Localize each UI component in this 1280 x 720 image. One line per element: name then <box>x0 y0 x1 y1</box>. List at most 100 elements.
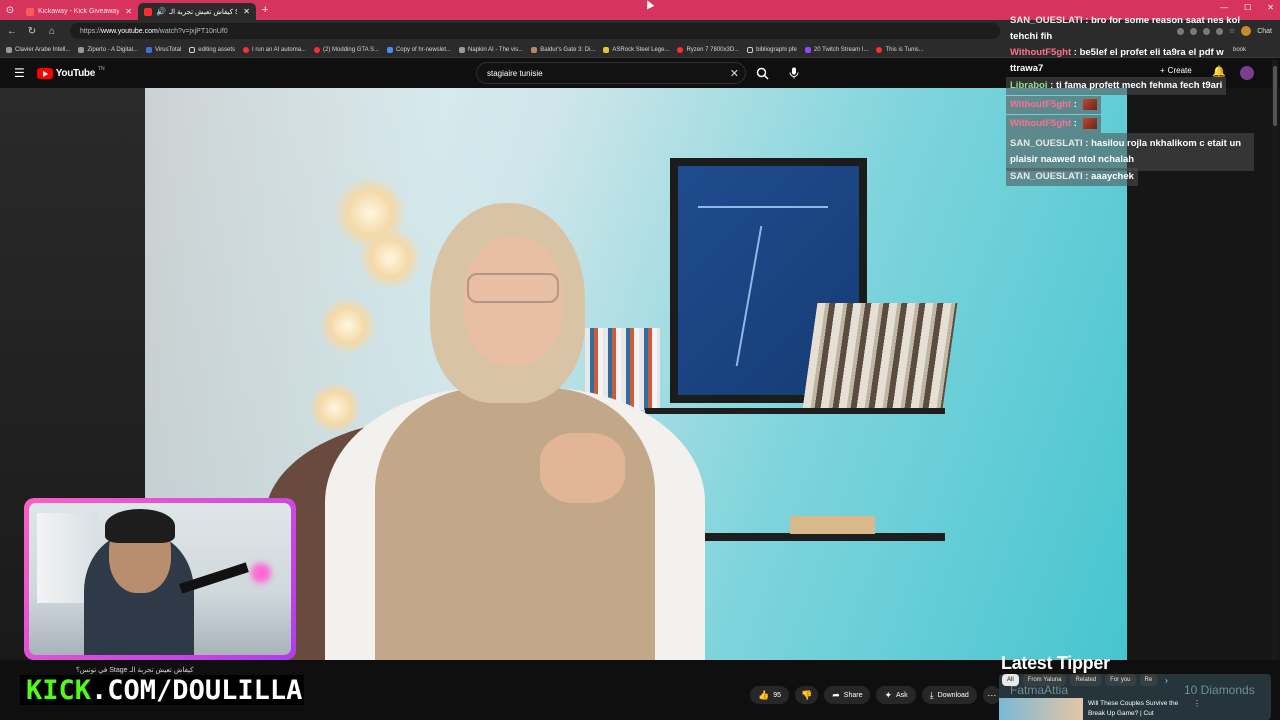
chip-from-channel[interactable]: From Yaluna <box>1022 674 1067 686</box>
bookmark-item[interactable]: This is Tunis... <box>876 46 924 53</box>
like-count: 95 <box>773 691 782 699</box>
thumbs-down-icon: 👎 <box>801 689 813 700</box>
more-vert-icon[interactable]: ⋮ <box>1193 699 1201 708</box>
person-hands <box>540 433 625 503</box>
decor-box <box>790 516 875 534</box>
kick-channel-url: .COM/DOULILLA <box>91 674 303 706</box>
tab-title: كيفاش تعيش تجربة الـ Stage ف... <box>168 8 238 16</box>
bookmark-item[interactable]: 20 Twitch Stream I... <box>804 46 868 53</box>
lamp-bulb <box>360 228 420 288</box>
url-host: www.youtube.com <box>101 27 158 35</box>
voice-search-button[interactable] <box>782 62 806 84</box>
chip-all[interactable]: All <box>1002 674 1019 686</box>
bookshelf-books <box>802 303 958 408</box>
search-icon <box>756 67 769 80</box>
bookmark-item[interactable]: Napkin AI - The vis... <box>459 46 523 53</box>
chat-username: WithoutF5ght <box>1010 118 1072 129</box>
search-query: stagiaire tunisie <box>487 68 543 78</box>
microphone-icon <box>789 67 799 79</box>
video-actions: 👍 95 👎 ➦ Share ✦ Ask ⤓ Download ⋯ <box>750 686 1001 704</box>
browser-menu-icon[interactable]: ⊙ <box>0 0 20 20</box>
bookmark-folder[interactable]: bibliographi pfe <box>747 46 797 53</box>
url-field[interactable]: https://www.youtube.com/watch?v=jxjPT10n… <box>70 23 1000 39</box>
ask-button[interactable]: ✦ Ask <box>876 686 916 704</box>
screen: ⊙ Kickaway - Kick Giveaway Tool ✕ 🔊 كيفا… <box>0 0 1280 720</box>
download-icon: ⤓ <box>929 689 934 700</box>
chat-text: aaaychek <box>1091 171 1134 182</box>
webcam-feed <box>29 503 291 655</box>
emote-icon <box>1082 117 1097 129</box>
recommended-video-title[interactable]: Will These Couples Survive the Break Up … <box>1088 699 1188 719</box>
chat-message: SAN_OUESLATI : aaaychek <box>1006 168 1138 186</box>
like-button[interactable]: 👍 95 <box>750 686 790 704</box>
close-tab-icon[interactable]: ✕ <box>125 7 132 16</box>
bookmark-item[interactable]: Copy of hr-newslet... <box>386 46 451 53</box>
stream-chat-overlay: SAN_OUESLATI : bro for some reason saat … <box>1006 0 1262 186</box>
chat-message: WithoutF5ght : <box>1006 96 1101 114</box>
video-title-subtitle: في تونس؟ Stage كيفاش تعيش تجربة الـ <box>76 667 194 674</box>
url-prefix: https:// <box>80 27 102 35</box>
chat-message: SAN_OUESLATI : hasilou rojla nkhalikom c… <box>1006 133 1254 171</box>
chat-username: SAN_OUESLATI <box>1010 138 1083 149</box>
youtube-play-icon <box>36 67 53 79</box>
close-window-icon[interactable]: ✕ <box>1267 3 1274 12</box>
bookmark-item[interactable]: ASRock Steel Lege... <box>603 46 669 53</box>
chat-text: ti fama profett mech fehma fech t9ari <box>1055 80 1223 91</box>
close-tab-icon[interactable]: ✕ <box>243 7 250 16</box>
bookmark-item[interactable]: (2) Modding GTA S... <box>314 46 379 53</box>
sparkle-icon: ✦ <box>884 689 893 700</box>
streamer-webcam-frame <box>24 498 296 660</box>
chat-username: WithoutF5ght <box>1010 99 1072 110</box>
search-button[interactable] <box>748 62 776 84</box>
chat-username: SAN_OUESLATI <box>1010 15 1083 26</box>
related-filter-chips: All From Yaluna Related For you Re › <box>1002 674 1168 686</box>
country-code: TN <box>97 65 105 72</box>
person-vest <box>375 388 655 660</box>
chip-related[interactable]: Related <box>1070 674 1102 686</box>
chat-message: WithoutF5ght : be5lef el profet eli ta9r… <box>1010 47 1224 74</box>
chat-username: WithoutF5ght <box>1010 47 1072 58</box>
bookmark-item[interactable]: Ryzen 7 7800x3D... <box>677 46 739 53</box>
shelf <box>645 408 945 414</box>
thumbs-up-icon: 👍 <box>758 689 770 700</box>
bookmark-item[interactable]: Ziperto - A Digital... <box>78 46 138 53</box>
chip-for-you[interactable]: For you <box>1105 674 1136 686</box>
tab-youtube[interactable]: 🔊 كيفاش تعيش تجربة الـ Stage ف... ✕ <box>138 3 256 20</box>
share-button[interactable]: ➦ Share <box>824 686 871 704</box>
search-input[interactable]: stagiaire tunisie ✕ <box>476 62 746 84</box>
tab-title: Kickaway - Kick Giveaway Tool <box>38 8 120 15</box>
chat-message: Libraboi : ti fama profett mech fehma fe… <box>1006 77 1227 95</box>
url-path: /watch?v=jxjPT10nUf0 <box>157 27 228 35</box>
speaker-icon[interactable]: 🔊 <box>156 7 166 16</box>
streamer-headphones <box>105 509 175 543</box>
back-icon[interactable]: ← <box>6 26 18 37</box>
kickaway-favicon-icon <box>26 7 34 16</box>
lamp-bulb <box>320 298 375 353</box>
kick-channel-banner: KICK .COM/DOULILLA <box>20 674 304 706</box>
bookmark-item[interactable]: I run an AI automa... <box>243 46 306 53</box>
youtube-logo-text: YouTube <box>55 67 96 79</box>
bookmark-item[interactable]: Clavier Arabe Intell... <box>6 46 70 53</box>
download-button[interactable]: ⤓ Download <box>921 686 977 704</box>
chevron-right-icon[interactable]: › <box>1165 676 1168 685</box>
share-icon: ➦ <box>832 689 840 700</box>
new-tab-button[interactable]: + <box>262 4 268 16</box>
hamburger-menu-icon[interactable]: ☰ <box>14 66 25 80</box>
clear-search-icon[interactable]: ✕ <box>730 67 739 80</box>
dislike-button[interactable]: 👎 <box>795 686 819 704</box>
reload-icon[interactable]: ↻ <box>26 26 38 37</box>
bookmark-folder[interactable]: editing assets <box>189 46 235 53</box>
bookmark-item[interactable]: Baldur's Gate 3: Di... <box>531 46 595 53</box>
chat-message: WithoutF5ght : <box>1006 115 1101 133</box>
tab-kickaway[interactable]: Kickaway - Kick Giveaway Tool ✕ <box>20 3 138 20</box>
chip-recently[interactable]: Re <box>1139 674 1158 686</box>
home-icon[interactable]: ⌂ <box>46 26 58 37</box>
kick-logo-text: KICK <box>26 674 92 706</box>
page-scrollbar[interactable] <box>1272 60 1278 700</box>
latest-tipper-amount: 10 Diamonds <box>1184 683 1255 697</box>
emote-icon <box>1082 98 1097 110</box>
bookmark-item[interactable]: VirusTotal <box>146 46 181 53</box>
youtube-logo[interactable]: YouTube TN <box>36 65 105 79</box>
lamp-bulb <box>310 383 360 433</box>
recommended-thumbnail[interactable] <box>999 698 1083 720</box>
